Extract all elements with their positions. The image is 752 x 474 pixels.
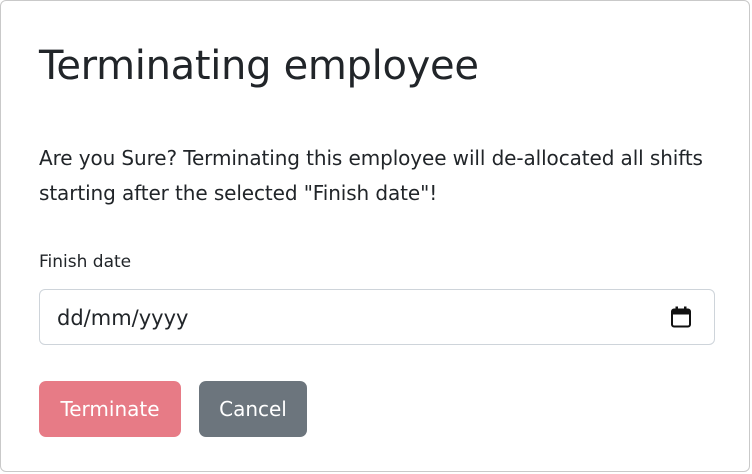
cancel-button[interactable]: Cancel xyxy=(199,381,307,437)
finish-date-label: Finish date xyxy=(39,252,132,272)
terminate-employee-dialog: Terminating employee Are you Sure? Termi… xyxy=(0,0,750,472)
finish-date-input[interactable]: dd/mm/yyyy xyxy=(39,289,715,345)
finish-date-placeholder: dd/mm/yyyy xyxy=(57,306,189,330)
dialog-title: Terminating employee xyxy=(39,43,479,89)
calendar-icon[interactable] xyxy=(670,306,692,328)
dialog-message: Are you Sure? Terminating this employee … xyxy=(39,146,703,205)
terminate-button[interactable]: Terminate xyxy=(39,381,181,437)
